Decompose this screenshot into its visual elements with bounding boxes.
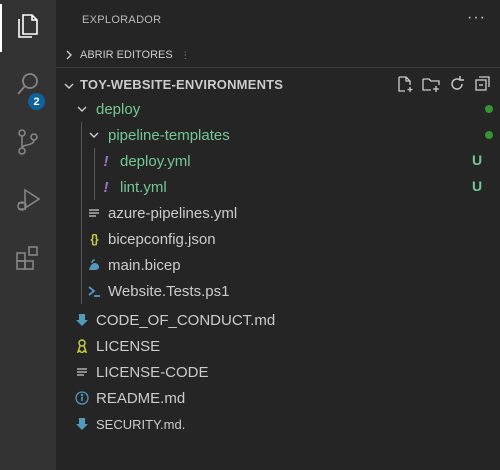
yaml-file-icon: ! [103,178,109,196]
bicep-file-icon [86,257,102,273]
tree-file-website-tests[interactable]: Website.Tests.ps1 [56,278,500,304]
git-untracked-badge: U [472,152,483,168]
json-file-icon: {} [90,232,98,246]
tree-file-deploy-yml[interactable]: ! deploy.yml [56,148,500,174]
tree-item-label: pipeline-templates [108,126,230,144]
lines-file-icon [74,364,90,380]
git-modified-dot [485,105,493,113]
powershell-file-icon [86,283,102,299]
new-folder-icon[interactable] [422,75,440,93]
tree-file-readme[interactable]: README.md [56,385,500,411]
tree-file-bicepconfig[interactable]: {} bicepconfig.json [56,226,500,252]
workspace-root-label: TOY-WEBSITE-ENVIRONMENTS [80,76,284,92]
chevron-right-icon [64,50,74,60]
tree-item-label: bicepconfig.json [108,230,216,248]
tree-file-license-code[interactable]: LICENSE-CODE [56,359,500,385]
tree-item-label: README.md [96,389,186,407]
activity-bar: 2 [0,0,56,470]
run-debug-icon [14,186,42,219]
tree-file-security[interactable]: SECURITY.md. [56,411,500,437]
explorer-sidebar: EXPLORADOR ··· ABRIR EDITORES ⋮ TOY-WEBS… [56,0,500,470]
explorer-activity[interactable] [0,2,56,54]
markdown-file-icon [74,416,90,432]
tree-item-label: SECURITY.md. [96,416,186,432]
license-file-icon [74,338,90,354]
source-control-icon [14,128,42,161]
explorer-title: EXPLORADOR [82,14,162,26]
chevron-down-icon [64,79,74,89]
files-icon [14,12,42,45]
markdown-file-icon [74,312,90,328]
chevron-down-icon [74,101,90,117]
root-actions [396,72,492,96]
source-control-badge: 2 [27,92,46,111]
tree-file-code-of-conduct[interactable]: CODE_OF_CONDUCT.md [56,307,500,333]
new-file-icon[interactable] [396,75,414,93]
git-untracked-badge: U [472,178,483,194]
tree-item-label: Website.Tests.ps1 [108,282,230,300]
open-editors-section[interactable]: ABRIR EDITORES ⋮ [56,44,500,66]
tree-item-label: lint.yml [120,178,167,196]
yaml-file-icon: ! [103,152,109,170]
tree-item-label: LICENSE [96,337,161,355]
tree-file-license[interactable]: LICENSE [56,333,500,359]
tree-file-main-bicep[interactable]: main.bicep [56,252,500,278]
tree-file-azure-pipelines[interactable]: azure-pipelines.yml [56,200,500,226]
extensions-activity[interactable] [0,234,56,286]
collapse-all-icon[interactable] [474,75,492,93]
open-editors-label: ABRIR EDITORES [80,49,173,61]
run-debug-activity[interactable] [0,176,56,228]
tree-item-label: deploy.yml [120,152,191,170]
refresh-icon[interactable] [448,75,466,93]
git-modified-dot [485,131,493,139]
tree-item-label: CODE_OF_CONDUCT.md [96,311,276,329]
tree-file-lint-yml[interactable]: ! lint.yml [56,174,500,200]
lines-file-icon [86,205,102,221]
extensions-icon [14,244,42,277]
tree-folder-deploy[interactable]: deploy [56,96,500,122]
tree-item-label: main.bicep [108,256,181,274]
drag-handle-icon: ⋮ [180,49,190,60]
tree-item-label: LICENSE-CODE [96,363,209,381]
tree-item-label: deploy [96,100,141,118]
more-actions-button[interactable]: ··· [467,9,486,27]
tree-item-label: azure-pipelines.yml [108,204,238,222]
section-divider [56,67,500,68]
info-icon [74,390,90,406]
chevron-down-icon [86,127,102,143]
source-control-activity[interactable] [0,118,56,170]
tree-folder-pipeline-templates[interactable]: pipeline-templates [56,122,500,148]
